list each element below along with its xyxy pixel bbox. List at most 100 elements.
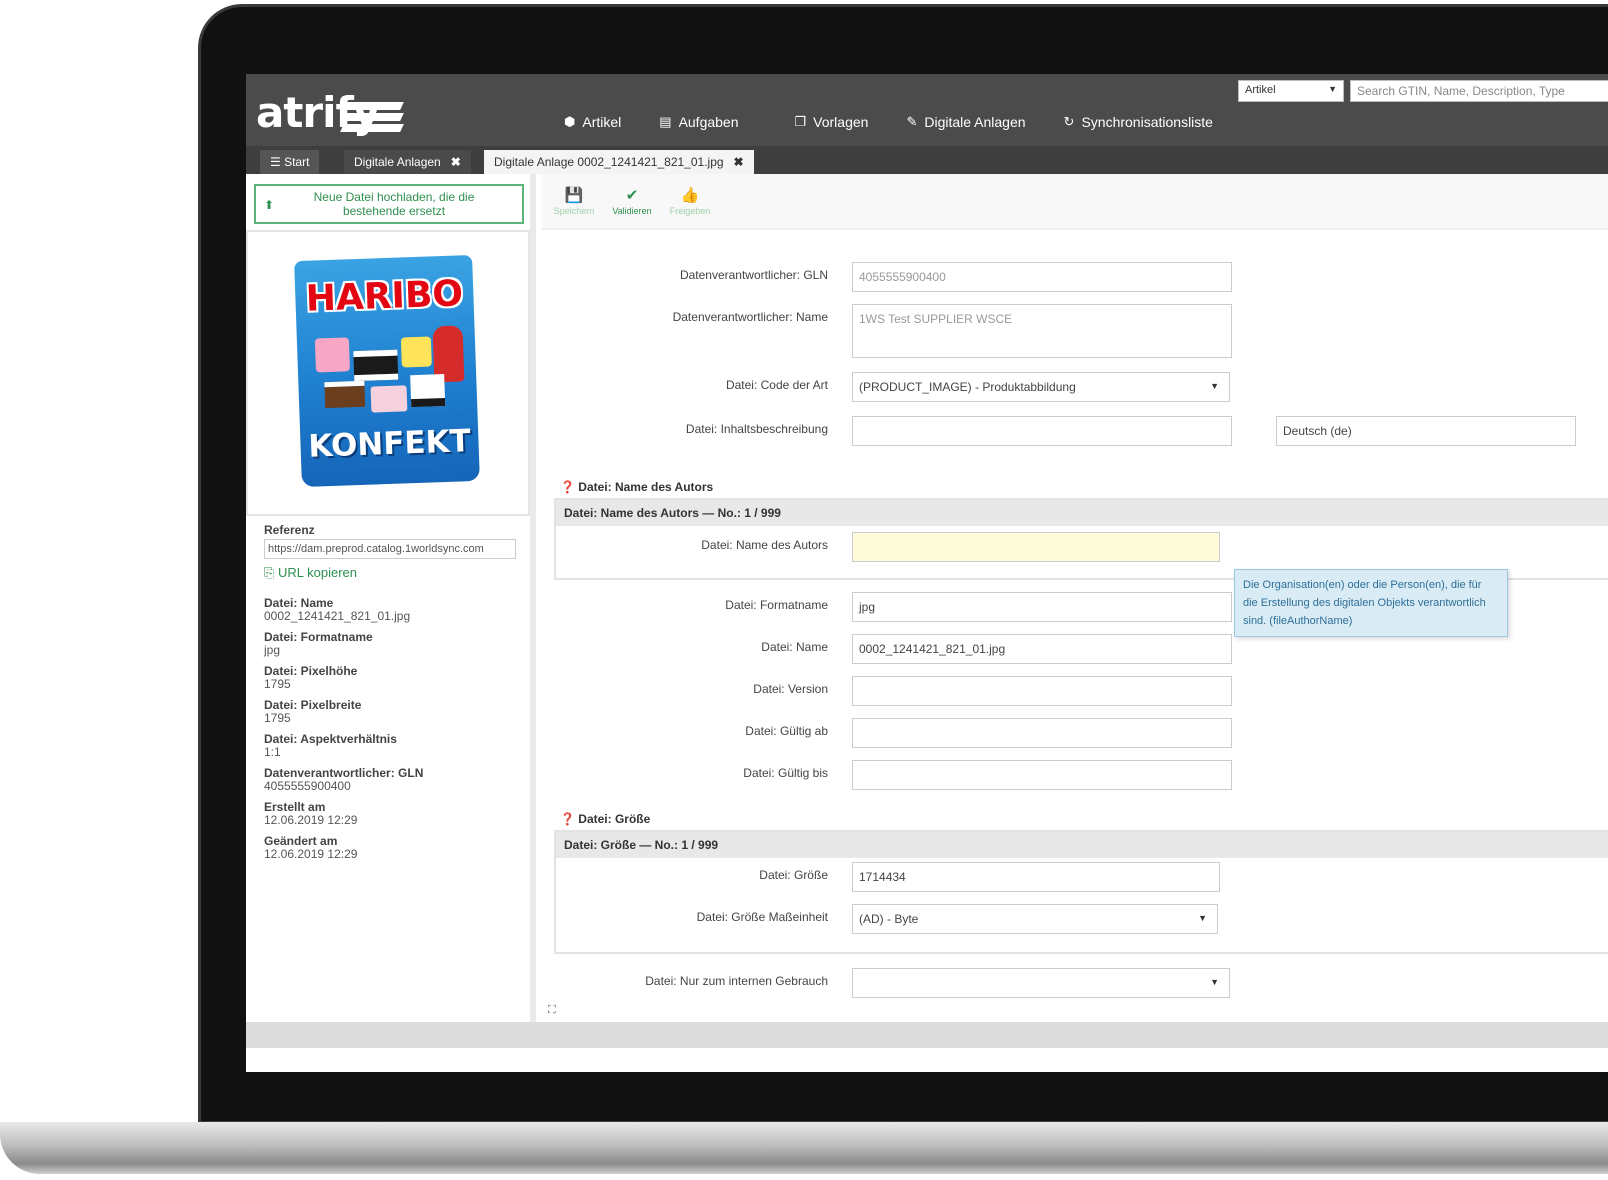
field-label: Datei: Version [753,682,828,696]
content-description-field[interactable] [852,416,1232,446]
copy-url-link[interactable]: ⎘ URL kopieren [264,565,524,581]
internal-use-select[interactable]: ▼ [852,968,1230,998]
candy-shape [370,385,408,413]
meta-value: jpg [264,643,281,657]
chevron-down-icon: ▼ [1210,977,1219,987]
field-label: Datei: Gültig bis [743,766,828,780]
asset-meta: Referenz https://dam.preprod.catalog.1wo… [264,524,524,869]
nav-label: Synchronisationsliste [1081,114,1213,130]
upload-icon: ⬆ [264,198,275,212]
author-name-field[interactable] [852,532,1220,562]
copy-icon: ⎘ [264,565,279,580]
tab-digitale-anlagen[interactable]: Digitale Anlagen ✖ [344,150,471,174]
field-row-name: Datenverantwortlicher: Name 1WS Test SUPP… [542,304,1232,358]
search-type-value: Artikel [1245,84,1276,96]
meta-value: 12.06.2019 12:29 [264,847,358,861]
language-select[interactable]: Deutsch (de) [1276,416,1576,446]
product-image: HARIBO KONFEKT [294,254,480,488]
help-icon[interactable]: ❓ [560,812,575,826]
release-label: Freigeben [669,206,711,216]
size-group: Datei: Größe — No.: 1 / 999 Datei: Größe… [554,830,1608,954]
close-icon[interactable]: ✖ [451,155,461,169]
field-label: Datei: Nur zum internen Gebrauch [645,974,828,988]
nav-digitale-anlagen[interactable]: ✎ Digitale Anlagen [906,114,1025,130]
save-label: Speichern [553,206,595,216]
valid-to-field[interactable] [852,760,1232,790]
product-brand-logo: HARIBO [305,273,464,320]
checkmark-icon: ✔ [625,187,639,204]
nav-aufgaben[interactable]: ▤ Aufgaben [659,114,738,130]
field-row-size: Datei: Größe 1714434 [542,862,1220,892]
nav-label: Vorlagen [813,114,869,130]
field-label: Datenverantwortlicher: GLN [679,268,828,282]
upload-label: Neue Datei hochladen, die die bestehende… [313,190,475,218]
meta-value: 0002_1241421_821_01.jpg [264,609,411,623]
validate-label: Validieren [612,206,652,216]
author-help-tooltip: Die Organisation(en) oder die Person(en)… [1234,569,1508,637]
file-size-field[interactable]: 1714434 [852,862,1220,892]
field-row-size-unit: Datei: Größe Maßeinheit (AD) - Byte ▼ [542,904,1218,934]
main-nav: ⬢ Artikel ▤ Aufgaben ❐ Vorlagen ✎ Digitale A… [564,114,1251,130]
chevron-down-icon: ▼ [1210,381,1219,391]
code-type-select[interactable]: (PRODUCT_IMAGE) - Produktabbildung ▼ [852,372,1230,402]
templates-icon: ❐ [794,114,807,129]
chevron-down-icon: ▼ [1198,913,1207,923]
size-unit-select[interactable]: (AD) - Byte ▼ [852,904,1218,934]
field-label: Datei: Inhaltsbeschreibung [685,422,828,436]
menu-icon: ☰ [270,155,285,169]
validate-button[interactable]: ✔ Validieren [604,186,660,216]
tasks-icon: ▤ [659,114,672,129]
format-name-field[interactable]: jpg [852,592,1232,622]
help-icon[interactable]: ❓ [560,480,575,494]
nav-synchronisationsliste[interactable]: ↻ Synchronisationsliste [1064,114,1213,130]
code-type-value: (PRODUCT_IMAGE) - Produktabbildung [859,380,1076,394]
meta-value: 1795 [264,677,291,691]
meta-label: Datei: Formatname [264,630,373,644]
field-label: Datei: Code der Art [725,378,828,392]
candy-shape [353,349,399,382]
field-row-valid-to: Datei: Gültig bis [542,760,1232,790]
copy-url-label: URL kopieren [278,565,358,580]
nav-artikel[interactable]: ⬢ Artikel [564,114,621,130]
reference-url-field[interactable]: https://dam.preprod.catalog.1worldsync.c… [264,539,516,559]
field-row-fname: Datei: Name 0002_1241421_821_01.jpg [542,634,1232,664]
search-type-select[interactable]: Artikel ▼ [1238,80,1344,102]
tab-start[interactable]: ☰ Start [260,150,320,174]
app-screen: atrify ⬢ Artikel ▤ Aufgaben ❐ Vorlagen ✎ Dig… [246,74,1608,1072]
save-button[interactable]: 💾 Speichern [546,186,602,216]
valid-from-field[interactable] [852,718,1232,748]
cube-icon: ⬢ [564,114,576,129]
tab-digitale-anlage-active[interactable]: Digitale Anlage 0002_1241421_821_01.jpg ✖ [484,150,754,174]
status-bar [246,1022,1608,1048]
meta-value: 12.06.2019 12:29 [264,813,358,827]
close-icon[interactable]: ✖ [734,155,744,169]
author-group-header: Datei: Name des Autors — No.: 1 / 999 [556,500,1608,526]
field-row-valid-from: Datei: Gültig ab [542,718,1232,748]
candy-shape [324,380,366,409]
field-row-version: Datei: Version [542,676,1232,706]
nav-label: Aufgaben [678,114,739,130]
field-row-internal: Datei: Nur zum internen Gebrauch ▼ [542,968,1230,998]
version-field[interactable] [852,676,1232,706]
release-button[interactable]: 👍 Freigeben [662,186,718,216]
gln-field[interactable]: 4055555900400 [852,262,1232,292]
meta-label: Datei: Pixelhöhe [264,664,358,678]
candy-shape [314,337,350,373]
expand-icon[interactable]: ⛶ [548,1004,556,1017]
left-panel: ⬆ Neue Datei hochladen, die die bestehend… [246,174,536,1024]
search-input[interactable]: Search GTIN, Name, Description, Type [1350,80,1608,102]
meta-value: 4055555900400 [264,779,351,793]
image-preview: HARIBO KONFEKT [246,230,530,516]
tab-label: Start [284,155,310,169]
upload-replace-button[interactable]: ⬆ Neue Datei hochladen, die die bestehend… [254,184,524,224]
nav-label: Artikel [582,114,622,130]
sync-icon: ↻ [1063,114,1075,129]
author-group: Datei: Name des Autors — No.: 1 / 999 Da… [554,498,1608,580]
size-unit-value: (AD) - Byte [859,912,919,926]
field-row-code: Datei: Code der Art (PRODUCT_IMAGE) - Pro… [542,372,1230,402]
file-name-field[interactable]: 0002_1241421_821_01.jpg [852,634,1232,664]
nav-vorlagen[interactable]: ❐ Vorlagen [795,114,869,130]
tab-bar: ☰ Start Digitale Anlagen ✖ Digitale Anlag… [246,146,1608,174]
section-title-text: Datei: Name des Autors [578,480,714,494]
supplier-name-field[interactable]: 1WS Test SUPPLIER WSCE [852,304,1232,358]
